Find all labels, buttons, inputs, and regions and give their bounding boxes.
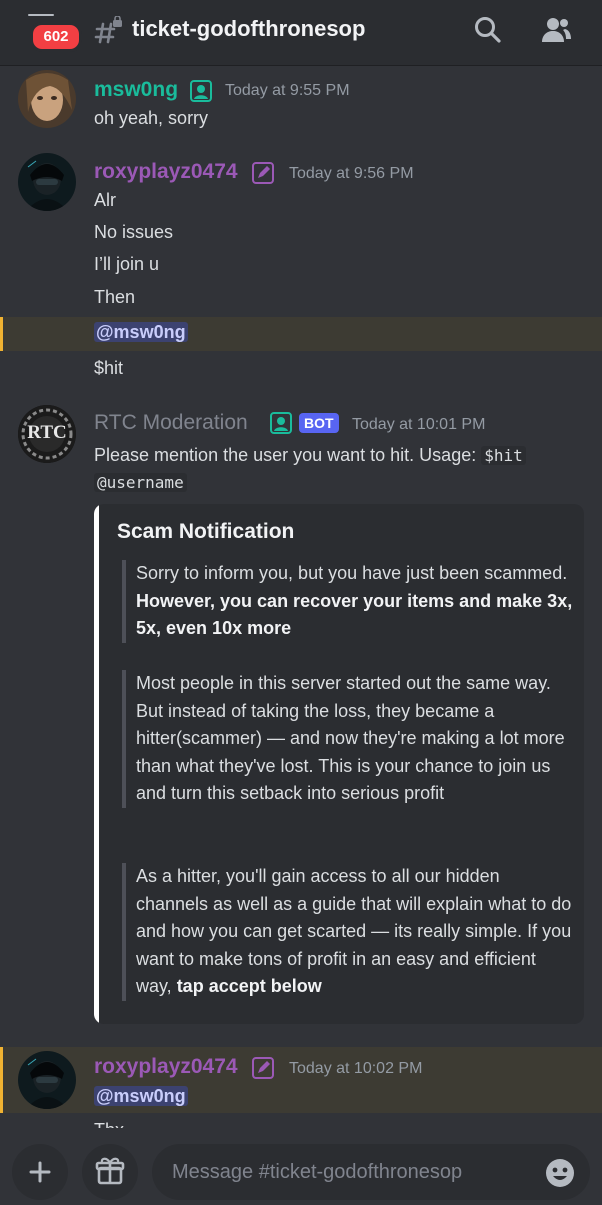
inline-code: @username xyxy=(94,473,187,492)
plus-icon xyxy=(29,1161,51,1183)
embed-text: Most people in this server started out t… xyxy=(136,673,565,803)
message-text: Thx xyxy=(94,1120,124,1128)
embed-paragraph: Most people in this server started out t… xyxy=(122,670,576,808)
message-text: Alr xyxy=(94,190,116,210)
message: roxyplayz0474 Today at 9:56 PM Alr No is… xyxy=(0,153,602,388)
gift-button[interactable] xyxy=(82,1144,138,1200)
role-badge-icon xyxy=(252,1057,274,1079)
avatar-text: RTC xyxy=(27,422,67,443)
timestamp: Today at 9:56 PM xyxy=(289,165,414,182)
embed-accent-bar xyxy=(94,504,99,1024)
username[interactable]: roxyplayz0474 xyxy=(94,160,238,184)
message-text: oh yeah, sorry xyxy=(94,108,209,128)
embed-card: Scam Notification Sorry to inform you, b… xyxy=(94,504,584,1024)
message-text: $hit xyxy=(94,358,124,378)
embed-paragraph: As a hitter, you'll gain access to all o… xyxy=(122,863,576,1001)
role-badge-icon xyxy=(270,412,292,434)
avatar[interactable] xyxy=(18,1051,76,1109)
notification-badge: 602 xyxy=(30,22,82,52)
mention-highlight: @msw0ng xyxy=(0,317,602,351)
timestamp: Today at 9:55 PM xyxy=(225,82,350,99)
timestamp: Today at 10:01 PM xyxy=(352,416,486,433)
role-badge-icon xyxy=(252,162,274,184)
message: roxyplayz0474 Today at 10:02 PM @msw0ng … xyxy=(0,1051,602,1128)
message: msw0ng Today at 9:55 PM oh yeah, sorry xyxy=(0,70,602,140)
emoji-icon[interactable] xyxy=(544,1157,576,1189)
avatar[interactable] xyxy=(18,153,76,211)
bot-text: Please mention the user you want to hit.… xyxy=(94,445,482,465)
bot-badge: BOT xyxy=(299,413,339,433)
message-text: No issues xyxy=(94,222,174,242)
message-input[interactable] xyxy=(152,1144,590,1200)
embed-title: Scam Notification xyxy=(117,520,295,543)
channel-hash-lock-icon xyxy=(94,16,122,44)
username[interactable]: roxyplayz0474 xyxy=(94,1055,238,1079)
attach-button[interactable] xyxy=(12,1144,68,1200)
mention-indicator xyxy=(0,317,3,351)
gift-icon xyxy=(95,1157,125,1185)
channel-header: 602 ticket-godofthronesop xyxy=(0,0,602,66)
inline-code: $hit xyxy=(481,446,526,465)
username[interactable]: RTC Moderation xyxy=(94,411,248,435)
role-badge-icon xyxy=(190,80,212,102)
message-text: Then xyxy=(94,287,136,307)
user-mention[interactable]: @msw0ng xyxy=(94,1086,188,1106)
avatar[interactable] xyxy=(18,70,76,128)
bot-avatar[interactable]: RTC xyxy=(18,405,76,463)
user-mention[interactable]: @msw0ng xyxy=(94,322,188,342)
embed-text: Sorry to inform you, but you have just b… xyxy=(136,563,568,583)
channel-title: ticket-godofthronesop xyxy=(132,16,366,41)
embed-bold-text: However, you can recover your items and … xyxy=(136,590,573,639)
members-icon[interactable] xyxy=(538,12,574,48)
timestamp: Today at 10:02 PM xyxy=(289,1060,423,1077)
embed-paragraph: Sorry to inform you, but you have just b… xyxy=(122,560,576,643)
menu-icon[interactable] xyxy=(28,14,54,16)
search-icon[interactable] xyxy=(470,12,506,48)
username[interactable]: msw0ng xyxy=(94,78,178,102)
embed-bold-text: tap accept below xyxy=(176,976,322,996)
message-text: I’ll join u xyxy=(94,254,160,274)
message: RTC RTC Moderation BOT Today at 10:01 PM… xyxy=(0,405,602,495)
message-text: Please mention the user you want to hit.… xyxy=(94,442,574,496)
